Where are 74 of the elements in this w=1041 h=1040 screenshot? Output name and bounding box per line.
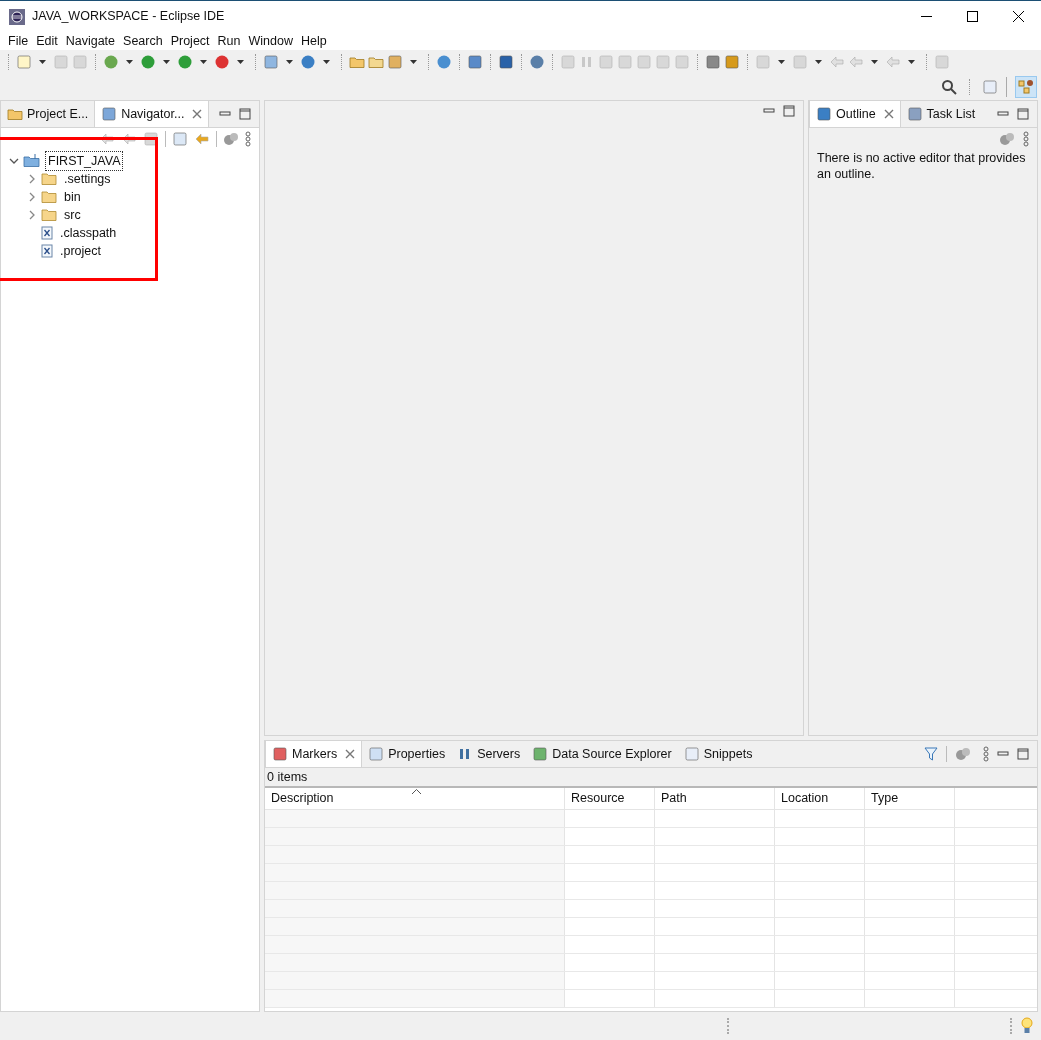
maximize-icon: [966, 11, 978, 22]
gears-icon[interactable]: [999, 132, 1015, 146]
caret-icon[interactable]: [778, 60, 785, 64]
open-folder-icon[interactable]: [368, 54, 384, 70]
maximize-icon[interactable]: [1017, 108, 1029, 120]
folder-icon: [41, 190, 57, 204]
caret-icon[interactable]: [871, 60, 878, 64]
caret-icon[interactable]: [126, 60, 133, 64]
maximize-icon[interactable]: [239, 108, 251, 120]
minimize-icon[interactable]: [997, 111, 1009, 117]
view-menu-icon[interactable]: [1023, 131, 1029, 147]
tab[interactable]: Markers: [265, 741, 363, 767]
close-icon[interactable]: [192, 109, 203, 119]
tab[interactable]: Navigator...: [94, 101, 210, 127]
app-logo-icon: [8, 7, 26, 26]
java-ee-icon: [1018, 79, 1034, 95]
column-header[interactable]: Path: [655, 788, 775, 809]
column-header[interactable]: Description: [265, 788, 565, 809]
folder-icon[interactable]: [349, 54, 365, 70]
maximize-icon[interactable]: [783, 105, 795, 117]
sort-icon: [412, 789, 421, 794]
back-icon[interactable]: [99, 131, 115, 147]
view-menu-icon[interactable]: [983, 746, 989, 762]
link-icon[interactable]: [194, 131, 210, 147]
close-icon[interactable]: [345, 749, 356, 759]
item-count: 0 items: [265, 768, 1037, 786]
caret-icon[interactable]: [908, 60, 915, 64]
menu-item[interactable]: Help: [296, 31, 331, 51]
tree-item[interactable]: FIRST_JAVA: [45, 150, 124, 172]
project-folder-icon: [23, 153, 41, 169]
menu-item[interactable]: Window: [244, 31, 297, 51]
column-header[interactable]: Resource: [565, 788, 655, 809]
maximize-icon[interactable]: [1017, 748, 1029, 760]
menu-item[interactable]: File: [4, 31, 33, 51]
caret-icon[interactable]: [410, 60, 417, 64]
gears-icon[interactable]: [223, 132, 239, 146]
perspective-button[interactable]: [1015, 76, 1037, 98]
minimize-icon[interactable]: [219, 111, 231, 117]
menu-item[interactable]: Run: [213, 31, 245, 51]
caret-icon[interactable]: [163, 60, 170, 64]
caret-icon[interactable]: [323, 60, 330, 64]
gears-icon[interactable]: [955, 747, 971, 761]
minimize-icon: [920, 16, 932, 17]
lightbulb-icon[interactable]: [1021, 1017, 1033, 1035]
outline-message: There is no active editor that provides an outline.: [816, 150, 1027, 182]
chevron-right-icon[interactable]: [27, 210, 37, 220]
caret-icon[interactable]: [200, 60, 207, 64]
menu-item[interactable]: Navigate: [61, 31, 120, 51]
menu-item[interactable]: Edit: [32, 31, 62, 51]
close-icon: [1012, 11, 1024, 22]
minimize-icon[interactable]: [763, 108, 775, 114]
folder-icon: [41, 208, 57, 222]
caret-icon[interactable]: [39, 60, 46, 64]
project-explorer-icon: [7, 106, 23, 122]
caret-icon[interactable]: [815, 60, 822, 64]
tab[interactable]: Outline: [809, 101, 901, 127]
xml-file-icon: [41, 244, 53, 258]
close-icon[interactable]: [883, 109, 894, 119]
column-header[interactable]: Type: [865, 788, 955, 809]
xml-file-icon: [41, 226, 53, 240]
forward-icon[interactable]: [121, 131, 137, 147]
caret-icon[interactable]: [286, 60, 293, 64]
chevron-right-icon[interactable]: [27, 192, 37, 202]
window-title: JAVA_WORKSPACE - Eclipse IDE: [32, 8, 225, 26]
chevron-down-icon[interactable]: [9, 156, 19, 166]
column-header[interactable]: Location: [775, 788, 865, 809]
view-menu-icon[interactable]: [245, 131, 251, 147]
chevron-right-icon[interactable]: [27, 174, 37, 184]
minimize-icon[interactable]: [997, 751, 1009, 757]
caret-icon[interactable]: [237, 60, 244, 64]
menu-item[interactable]: Project: [166, 31, 214, 51]
search-icon[interactable]: [941, 79, 957, 95]
folder-icon: [41, 172, 57, 186]
menu-item[interactable]: Search: [119, 31, 167, 51]
